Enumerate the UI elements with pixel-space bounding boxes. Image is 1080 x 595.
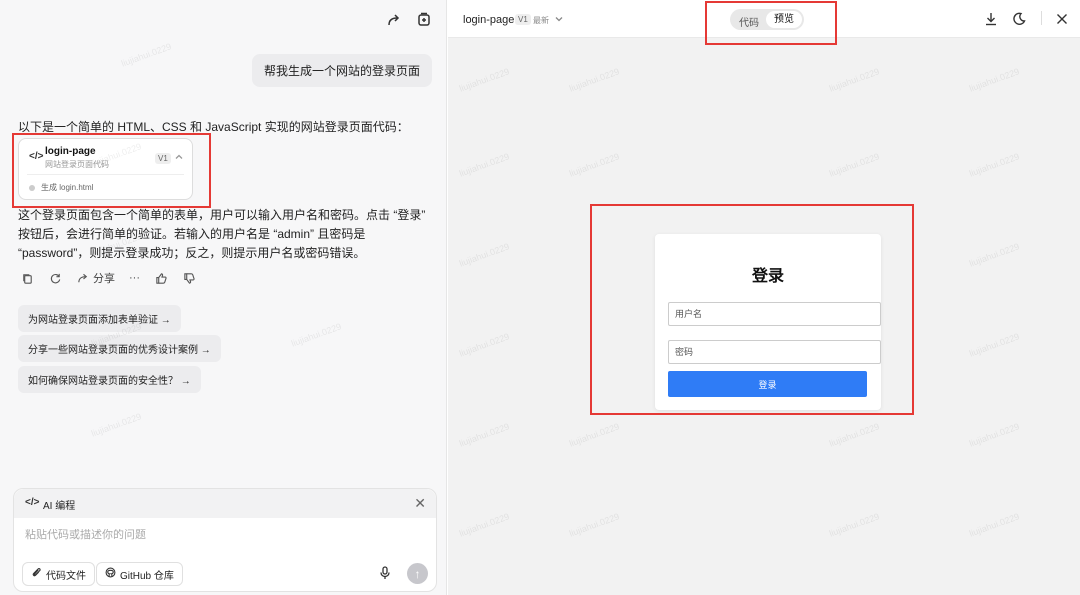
message-input[interactable] — [25, 529, 385, 541]
watermark: liujiahui.0229 — [457, 241, 511, 269]
microphone-icon[interactable] — [379, 566, 391, 585]
thumbs-up-icon[interactable] — [154, 271, 168, 285]
thumbs-down-icon[interactable] — [182, 271, 196, 285]
highlight-box-artifact — [12, 133, 211, 208]
watermark: liujiahui.0229 — [967, 421, 1021, 449]
send-arrow-icon[interactable]: ↑ — [407, 563, 428, 584]
preview-toolbar — [983, 11, 1070, 27]
chat-pane: 帮我生成一个网站的登录页面 以下是一个简单的 HTML、CSS 和 JavaSc… — [0, 0, 447, 595]
code-file-label: 代码文件 — [46, 570, 86, 582]
watermark: liujiahui.0229 — [967, 151, 1021, 179]
github-label: GitHub 仓库 — [120, 570, 174, 582]
highlight-box-preview — [590, 204, 914, 415]
watermark: liujiahui.0229 — [457, 511, 511, 539]
ai-description-text: 这个登录页面包含一个简单的表单，用户可以输入用户名和密码。点击 “登录” 按钮后… — [18, 208, 426, 260]
watermark: liujiahui.0229 — [567, 66, 621, 94]
suggestion-chip[interactable]: 如何确保网站登录页面的安全性？ → — [18, 366, 201, 393]
watermark: liujiahui.0229 — [457, 421, 511, 449]
latest-label: 最新 — [533, 16, 549, 25]
download-icon[interactable] — [983, 11, 999, 27]
github-icon — [105, 567, 116, 581]
suggestion-chip[interactable]: 分享一些网站登录页面的优秀设计案例 → — [18, 335, 221, 362]
share-label: 分享 — [93, 273, 115, 285]
paperclip-icon — [31, 567, 42, 581]
user-message: 帮我生成一个网站的登录页面 — [251, 54, 432, 87]
watermark: liujiahui.0229 — [827, 66, 881, 94]
watermark: liujiahui.0229 — [457, 331, 511, 359]
copy-icon[interactable] — [20, 271, 34, 285]
toolbar-divider — [1041, 11, 1042, 25]
watermark: liujiahui.0229 — [119, 41, 173, 69]
regenerate-icon[interactable] — [48, 271, 62, 285]
message-actions: 分享 ··· — [20, 270, 196, 286]
share-button[interactable]: 分享 — [76, 270, 115, 286]
watermark: liujiahui.0229 — [967, 331, 1021, 359]
watermark: liujiahui.0229 — [827, 151, 881, 179]
chat-toolbar — [386, 12, 432, 28]
watermark: liujiahui.0229 — [289, 321, 343, 349]
close-icon[interactable] — [1054, 11, 1070, 27]
close-icon[interactable]: ✕ — [414, 495, 426, 512]
watermark: liujiahui.0229 — [457, 151, 511, 179]
preview-title: login-page — [463, 14, 515, 26]
watermark: liujiahui.0229 — [567, 511, 621, 539]
github-repo-button[interactable]: GitHub 仓库 — [96, 562, 183, 586]
composer-mode-label: AI 编程 — [43, 501, 76, 512]
watermark: liujiahui.0229 — [967, 511, 1021, 539]
code-file-button[interactable]: 代码文件 — [22, 562, 95, 586]
composer: </> AI 编程 ✕ 代码文件 GitHub 仓库 ↑ — [13, 488, 437, 592]
more-button[interactable]: ··· — [129, 272, 140, 284]
share-arrow-icon[interactable] — [386, 12, 402, 28]
moon-icon[interactable] — [1011, 11, 1027, 27]
watermark: liujiahui.0229 — [567, 421, 621, 449]
watermark: liujiahui.0229 — [827, 421, 881, 449]
new-chat-icon[interactable] — [416, 12, 432, 28]
watermark: liujiahui.0229 — [967, 66, 1021, 94]
preview-version-badge: V1 — [515, 14, 531, 25]
suggestion-chip[interactable]: 为网站登录页面添加表单验证 → — [18, 305, 181, 332]
chevron-down-icon[interactable] — [554, 11, 564, 29]
watermark: liujiahui.0229 — [89, 411, 143, 439]
composer-header: </> AI 编程 ✕ — [14, 489, 436, 518]
watermark: liujiahui.0229 — [567, 151, 621, 179]
watermark: liujiahui.0229 — [457, 66, 511, 94]
watermark: liujiahui.0229 — [967, 241, 1021, 269]
share-icon — [76, 271, 90, 285]
highlight-box-toggle — [705, 1, 837, 45]
code-icon: </> — [25, 497, 40, 508]
watermark: liujiahui.0229 — [827, 511, 881, 539]
